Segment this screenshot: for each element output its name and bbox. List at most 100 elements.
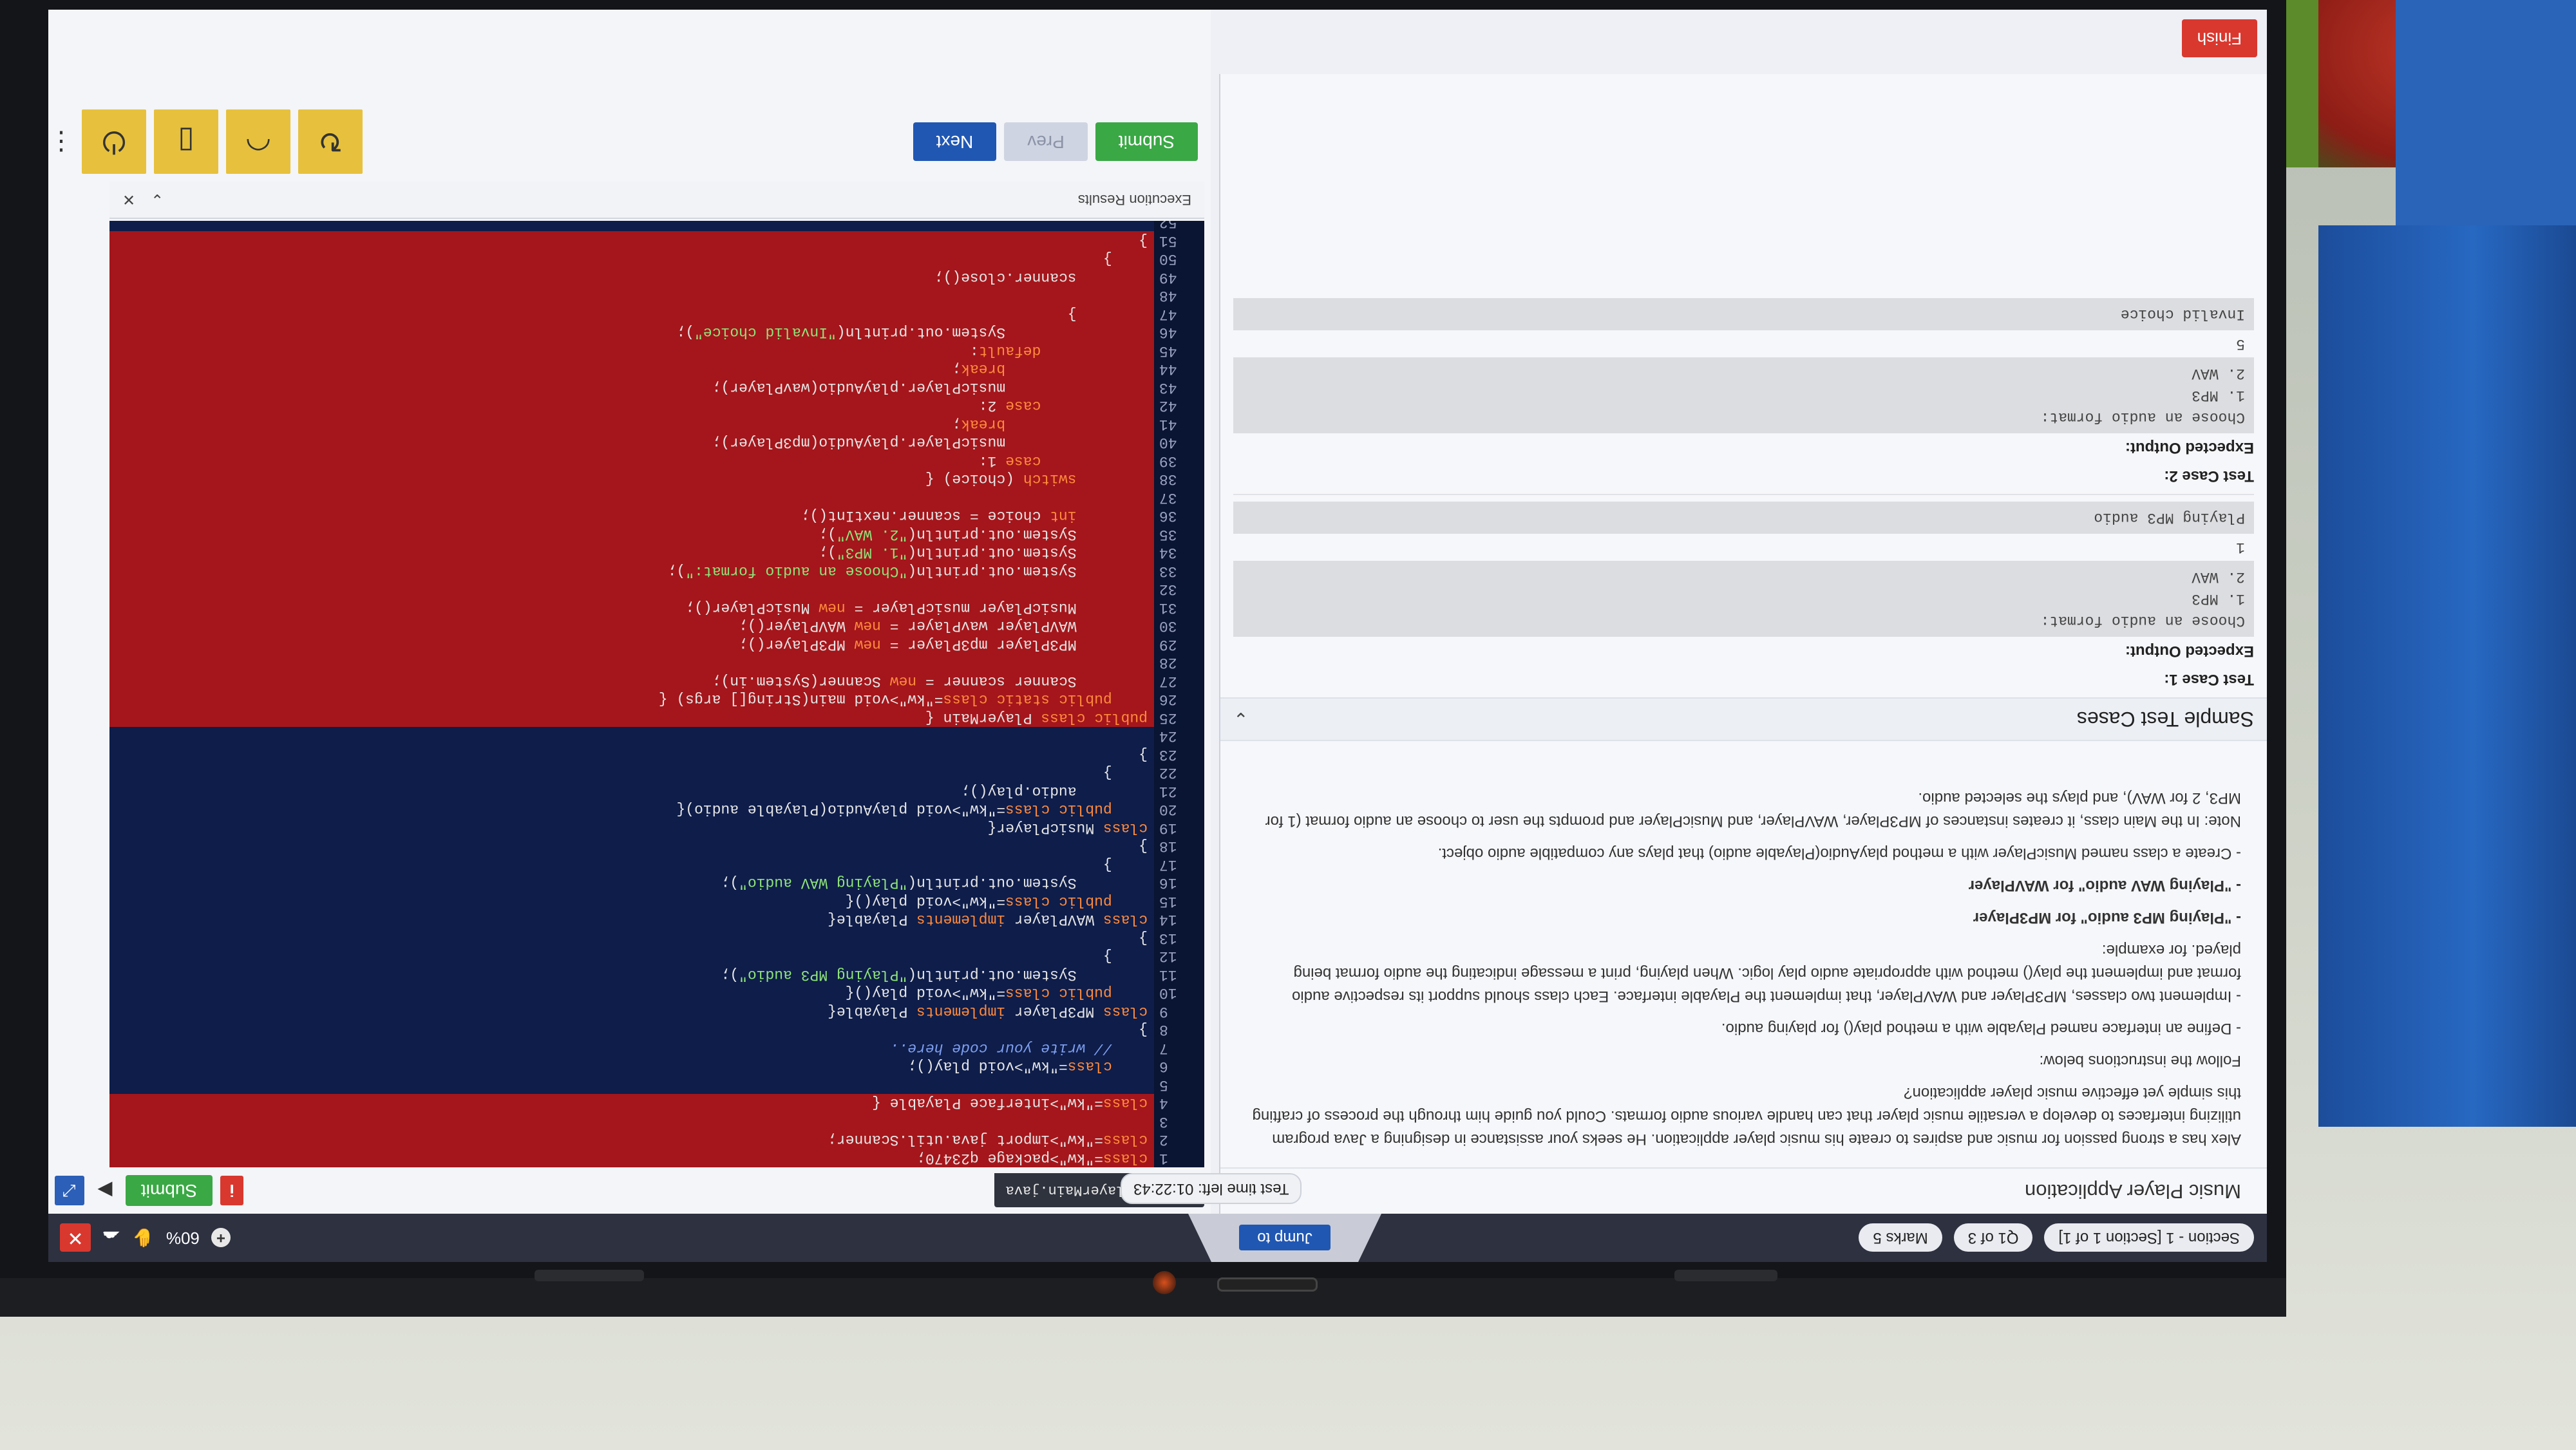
code-line[interactable]: 4class="kw">interface Playable { bbox=[109, 1094, 1204, 1113]
code-line[interactable]: 29 MP3Player mp3Player = new MP3Player()… bbox=[109, 635, 1204, 654]
section-pill[interactable]: Section - 1 [Section 1 of 1] bbox=[2044, 1223, 2254, 1252]
code-text[interactable]: // write your code here.. bbox=[890, 1040, 1154, 1057]
chevron-down-icon[interactable]: ⌄ bbox=[151, 191, 164, 209]
code-line[interactable]: 17 } bbox=[109, 855, 1204, 874]
info-icon[interactable]: i bbox=[220, 1176, 244, 1205]
code-line[interactable]: 41 break; bbox=[109, 415, 1204, 433]
code-text[interactable]: public class="kw">void playAudio(Playabl… bbox=[676, 802, 1154, 818]
code-text[interactable]: class="kw">import java.util.Scanner; bbox=[828, 1132, 1154, 1149]
code-text[interactable] bbox=[1148, 655, 1154, 672]
code-text[interactable]: audio.play(); bbox=[961, 783, 1154, 800]
code-line[interactable]: 6 class="kw">void play(); bbox=[109, 1057, 1204, 1076]
code-line[interactable]: 1class="kw">package q23470; bbox=[109, 1149, 1204, 1167]
code-line[interactable]: 46 System.out.println("Invalid choice"); bbox=[109, 323, 1204, 342]
code-line[interactable]: 12 } bbox=[109, 947, 1204, 966]
code-text[interactable]: System.out.println("Invalid choice"); bbox=[676, 325, 1154, 341]
code-line[interactable]: 27 Scanner scanner = new Scanner(System.… bbox=[109, 672, 1204, 690]
next-button[interactable]: Next bbox=[913, 122, 997, 161]
code-line[interactable]: 19class MusicPlayer{ bbox=[109, 818, 1204, 837]
code-text[interactable]: case 1: bbox=[979, 453, 1154, 469]
code-line[interactable]: 37 bbox=[109, 488, 1204, 507]
code-line[interactable]: 21 audio.play(); bbox=[109, 782, 1204, 800]
code-line[interactable]: 15 public class="kw">void play(){ bbox=[109, 892, 1204, 910]
code-text[interactable]: } bbox=[1103, 251, 1154, 268]
code-line[interactable]: 44 break; bbox=[109, 360, 1204, 379]
code-text[interactable]: public class="kw">void play(){ bbox=[846, 985, 1154, 1002]
code-line[interactable]: 38 switch (choice) { bbox=[109, 470, 1204, 489]
code-text[interactable] bbox=[1148, 728, 1154, 745]
code-line[interactable]: 24 bbox=[109, 727, 1204, 746]
code-text[interactable]: break; bbox=[952, 361, 1154, 378]
code-text[interactable]: WAVPlayer wavPlayer = new WAVPlayer(); bbox=[739, 618, 1154, 635]
code-text[interactable] bbox=[1148, 1113, 1154, 1130]
code-line[interactable]: 34 System.out.println("1. MP3"); bbox=[109, 543, 1204, 562]
code-text[interactable]: System.out.println("Playing MP3 audio"); bbox=[721, 966, 1154, 983]
code-line[interactable]: 45 default: bbox=[109, 341, 1204, 360]
battery-icon[interactable]: ▯ bbox=[154, 109, 218, 174]
code-text[interactable]: } bbox=[1068, 306, 1154, 323]
code-text[interactable]: } bbox=[1139, 930, 1154, 946]
code-line[interactable]: 23} bbox=[109, 745, 1204, 764]
power-icon[interactable]: ⏻ bbox=[82, 109, 146, 174]
code-line[interactable]: 11 System.out.println("Playing MP3 audio… bbox=[109, 965, 1204, 984]
jump-to-button[interactable]: Jump to bbox=[1239, 1225, 1330, 1251]
code-text[interactable]: break; bbox=[952, 416, 1154, 433]
execution-results-bar[interactable]: Execution Results ⌄ ✕ bbox=[109, 182, 1204, 219]
code-line[interactable]: 13} bbox=[109, 928, 1204, 947]
finish-button[interactable]: Finish bbox=[2181, 19, 2257, 57]
more-options-icon[interactable]: ⋮ bbox=[48, 127, 74, 156]
code-line[interactable]: 42 case 2: bbox=[109, 397, 1204, 415]
code-text[interactable]: Scanner scanner = new Scanner(System.in)… bbox=[712, 673, 1154, 690]
code-text[interactable]: class MP3Player implements Playable{ bbox=[828, 1003, 1154, 1020]
code-text[interactable] bbox=[1148, 221, 1154, 231]
code-text[interactable]: System.out.println("Choose an audio form… bbox=[668, 563, 1154, 579]
code-line[interactable]: 33 System.out.println("Choose an audio f… bbox=[109, 561, 1204, 580]
code-line[interactable]: 26 public static class="kw">void main(St… bbox=[109, 690, 1204, 709]
code-line[interactable]: 7 // write your code here.. bbox=[109, 1039, 1204, 1057]
code-text[interactable]: class MusicPlayer{ bbox=[988, 820, 1154, 836]
code-line[interactable]: 8} bbox=[109, 1021, 1204, 1039]
code-line[interactable]: 51} bbox=[109, 231, 1204, 250]
code-text[interactable]: class="kw">package q23470; bbox=[916, 1150, 1154, 1167]
code-text[interactable]: class WAVPlayer implements Playable{ bbox=[828, 912, 1154, 928]
code-line[interactable]: 14class WAVPlayer implements Playable{ bbox=[109, 910, 1204, 929]
code-text[interactable]: class="kw">void play(); bbox=[907, 1059, 1154, 1075]
code-text[interactable] bbox=[1148, 489, 1154, 506]
code-line[interactable]: 20 public class="kw">void playAudio(Play… bbox=[109, 800, 1204, 819]
code-line[interactable]: 5 bbox=[109, 1075, 1204, 1094]
code-line[interactable]: 50 } bbox=[109, 250, 1204, 268]
code-text[interactable] bbox=[1148, 288, 1154, 305]
code-text[interactable]: scanner.close(); bbox=[934, 269, 1154, 286]
code-text[interactable]: MusicPlayer musicPlayer = new MusicPlaye… bbox=[685, 599, 1154, 616]
code-line[interactable]: 40 musicPlayer.playAudio(mp3Player); bbox=[109, 433, 1204, 452]
wifi-icon[interactable]: ◠ bbox=[226, 109, 290, 174]
code-line[interactable]: 48 bbox=[109, 287, 1204, 305]
code-text[interactable]: } bbox=[1139, 1022, 1154, 1039]
code-line[interactable]: 36 int choice = scanner.nextInt(); bbox=[109, 507, 1204, 525]
code-text[interactable]: case 2: bbox=[979, 398, 1154, 415]
code-line[interactable]: 2class="kw">import java.util.Scanner; bbox=[109, 1131, 1204, 1149]
code-text[interactable]: class="kw">interface Playable { bbox=[872, 1095, 1154, 1112]
close-icon[interactable]: ✕ bbox=[122, 191, 135, 209]
code-line[interactable]: 31 MusicPlayer musicPlayer = new MusicPl… bbox=[109, 598, 1204, 617]
reload-icon[interactable]: ↻ bbox=[298, 109, 363, 174]
code-line[interactable]: 49 scanner.close(); bbox=[109, 268, 1204, 287]
code-line[interactable]: 16 System.out.println("Playing WAV audio… bbox=[109, 874, 1204, 892]
code-text[interactable]: musicPlayer.playAudio(mp3Player); bbox=[712, 435, 1154, 451]
code-line[interactable]: 32 bbox=[109, 580, 1204, 599]
code-line[interactable]: 22 } bbox=[109, 764, 1204, 782]
code-text[interactable]: } bbox=[1139, 232, 1154, 249]
code-text[interactable]: System.out.println("1. MP3"); bbox=[819, 545, 1154, 561]
code-line[interactable]: 25public class PlayerMain { bbox=[109, 708, 1204, 727]
code-text[interactable]: public class PlayerMain { bbox=[925, 710, 1154, 726]
sample-test-cases-header[interactable]: Sample Test Cases ⌄ bbox=[1220, 697, 2267, 741]
zoom-in-icon[interactable]: + bbox=[211, 1228, 231, 1248]
code-line[interactable]: 35 System.out.println("2. WAV"); bbox=[109, 525, 1204, 543]
code-text[interactable]: default: bbox=[970, 343, 1154, 359]
code-line[interactable]: 52 bbox=[109, 221, 1204, 232]
question-pill[interactable]: Q1 of 3 bbox=[1953, 1223, 2033, 1252]
code-line[interactable]: 39 case 1: bbox=[109, 451, 1204, 470]
code-line[interactable]: 9class MP3Player implements Playable{ bbox=[109, 1002, 1204, 1021]
code-text[interactable] bbox=[1148, 581, 1154, 598]
code-text[interactable]: musicPlayer.playAudio(wavPlayer); bbox=[712, 379, 1154, 396]
